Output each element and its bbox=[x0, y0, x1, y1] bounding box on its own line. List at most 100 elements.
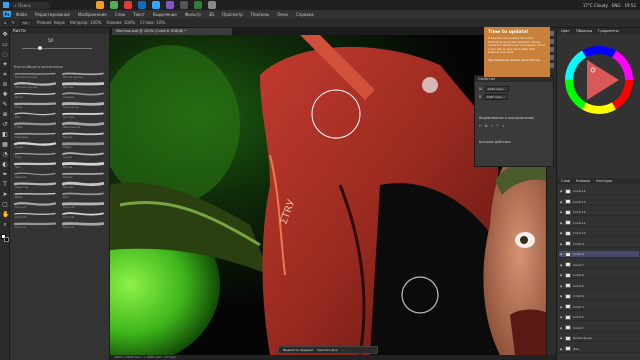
move-tool-icon[interactable]: ✥ bbox=[2, 32, 8, 38]
layer-name[interactable]: Слой 2 bbox=[573, 315, 584, 319]
layer-thumbnail[interactable] bbox=[565, 199, 571, 204]
blend-mode-select[interactable]: Режим: Норм bbox=[37, 20, 65, 25]
youtube-icon[interactable] bbox=[124, 1, 132, 9]
type-tool-icon[interactable]: T bbox=[2, 182, 8, 188]
visibility-eye-icon[interactable]: ◉ bbox=[559, 315, 563, 319]
layer-row[interactable]: ◉ Копия фона bbox=[559, 335, 639, 342]
brush-preset[interactable]: Кисть 29 bbox=[14, 210, 58, 219]
brush-preset[interactable]: Тушь bbox=[14, 150, 58, 159]
tab-paths[interactable]: Контуры bbox=[596, 178, 612, 184]
layer-thumbnail[interactable] bbox=[565, 230, 571, 236]
brush-preset[interactable]: Жесткая круглая bbox=[14, 80, 58, 89]
visibility-eye-icon[interactable]: ◉ bbox=[559, 326, 563, 330]
layer-name[interactable]: Слой 3 bbox=[573, 305, 584, 309]
home-icon[interactable]: ⌂ bbox=[4, 20, 7, 25]
menu-edit[interactable]: Редактирование bbox=[35, 12, 70, 17]
brush-preset[interactable]: Мазок bbox=[14, 190, 58, 199]
visibility-eye-icon[interactable]: ◉ bbox=[559, 221, 563, 225]
align-right-icon[interactable]: ⊣ bbox=[490, 124, 493, 128]
menu-filter[interactable]: Фильтр bbox=[185, 12, 201, 17]
healing-tool-icon[interactable]: ✚ bbox=[2, 92, 8, 98]
brush-preset[interactable]: Пастель bbox=[62, 80, 106, 89]
layer-name[interactable]: Копия фона bbox=[573, 336, 592, 340]
brush-size-slider-knob[interactable] bbox=[38, 46, 42, 50]
layer-row[interactable]: ◉ Слой 6 bbox=[559, 272, 639, 279]
tab-layers[interactable]: Слои bbox=[561, 178, 570, 184]
layer-thumbnail[interactable] bbox=[565, 304, 571, 309]
history-brush-tool-icon[interactable]: ↺ bbox=[2, 122, 8, 128]
menu-view[interactable]: Просмотр bbox=[222, 12, 243, 17]
visibility-eye-icon[interactable]: ◉ bbox=[559, 200, 563, 204]
brush-preset[interactable]: Мел bbox=[14, 110, 58, 119]
layer-name[interactable]: Фон bbox=[573, 347, 579, 351]
blur-tool-icon[interactable]: ◔ bbox=[2, 152, 8, 158]
layer-name[interactable]: Слой 5 bbox=[573, 284, 584, 288]
layer-row[interactable]: ◉ Слой 14 bbox=[559, 188, 639, 195]
layer-thumbnail[interactable] bbox=[565, 241, 571, 246]
layer-row[interactable]: ◉ Слой 8 bbox=[559, 251, 639, 258]
layer-name[interactable]: Слой 6 bbox=[573, 273, 584, 277]
brush-preset[interactable]: Ворс bbox=[62, 190, 106, 199]
weather-text[interactable]: 17°C Cloudy bbox=[583, 3, 608, 8]
layer-row[interactable]: ◉ Слой 13 bbox=[559, 199, 639, 206]
layer-row[interactable]: ◉ Слой 3 bbox=[559, 304, 639, 311]
visibility-eye-icon[interactable]: ◉ bbox=[559, 347, 563, 351]
menu-file[interactable]: Файл bbox=[16, 12, 27, 17]
crop-tool-icon[interactable]: ⌗ bbox=[2, 72, 8, 78]
layer-row[interactable]: ◉ Слой 7 bbox=[559, 262, 639, 269]
brush-preset[interactable]: Кисть 30 bbox=[62, 210, 106, 219]
brush-tool-icon[interactable]: ✎ bbox=[12, 20, 15, 25]
visibility-eye-icon[interactable]: ◉ bbox=[559, 305, 563, 309]
visibility-eye-icon[interactable]: ◉ bbox=[559, 263, 563, 267]
quick-actions-label[interactable]: Быстрые действия bbox=[479, 140, 511, 144]
menu-image[interactable]: Изображение bbox=[78, 12, 107, 17]
path-select-tool-icon[interactable]: ➤ bbox=[2, 192, 8, 198]
layer-name[interactable]: Слой 13 bbox=[573, 200, 586, 204]
settings-icon[interactable] bbox=[180, 1, 188, 9]
visibility-eye-icon[interactable]: ◉ bbox=[559, 284, 563, 288]
stamp-tool-icon[interactable]: ⊕ bbox=[2, 112, 8, 118]
layer-row[interactable]: ◉ Слой 2 bbox=[559, 314, 639, 321]
align-bottom-icon[interactable]: ⊥ bbox=[502, 124, 505, 128]
brush-preset[interactable]: Мягкая круглая bbox=[62, 70, 106, 79]
marquee-tool-icon[interactable]: ▭ bbox=[2, 42, 8, 48]
layer-thumbnail[interactable] bbox=[565, 188, 571, 194]
height-field[interactable]: 1080 пикс. bbox=[484, 94, 509, 100]
align-left-icon[interactable]: ⊢ bbox=[479, 124, 482, 128]
tab-gradients[interactable]: Градиенты bbox=[598, 28, 618, 34]
brush-tool-icon[interactable]: ✎ bbox=[2, 102, 8, 108]
layer-name[interactable]: Слой 1 bbox=[573, 326, 584, 330]
menu-3d[interactable]: 3D bbox=[209, 12, 215, 17]
layer-row[interactable]: ◉ Слой 10 bbox=[559, 230, 639, 237]
brush-preset[interactable]: Зернистая bbox=[14, 180, 58, 189]
tab-swatches[interactable]: Образцы bbox=[576, 28, 592, 34]
layer-thumbnail[interactable] bbox=[565, 346, 571, 351]
tab-color[interactable]: Цвет bbox=[561, 28, 570, 34]
background-color-swatch[interactable] bbox=[4, 237, 9, 242]
taskbar-search[interactable]: ⌕ Поиск bbox=[12, 1, 50, 9]
discord-icon[interactable] bbox=[166, 1, 174, 9]
brush-preset[interactable]: Широкая bbox=[14, 170, 58, 179]
layer-thumbnail[interactable] bbox=[565, 209, 571, 215]
layer-name[interactable]: Слой 9 bbox=[573, 242, 584, 246]
layer-row[interactable]: ◉ Слой 1 bbox=[559, 325, 639, 332]
align-center-icon[interactable]: ⊟ bbox=[485, 124, 488, 128]
hand-tool-icon[interactable]: ✋ bbox=[2, 212, 9, 218]
document-tab[interactable]: Монтаж.psd @ 100% (Слой 8, RGB/8) * bbox=[112, 28, 232, 35]
layer-name[interactable]: Слой 14 bbox=[573, 189, 586, 193]
visibility-eye-icon[interactable]: ◉ bbox=[559, 189, 563, 193]
layer-thumbnail[interactable] bbox=[565, 314, 571, 320]
eraser-tool-icon[interactable]: ◧ bbox=[2, 132, 8, 138]
layer-row[interactable]: ◉ Слой 9 bbox=[559, 241, 639, 248]
menu-help[interactable]: Справка bbox=[296, 12, 314, 17]
menu-type[interactable]: Текст bbox=[133, 12, 145, 17]
layer-row[interactable]: ◉ Слой 4 bbox=[559, 293, 639, 300]
language-indicator[interactable]: ENG bbox=[612, 3, 621, 8]
brush-preset[interactable]: Акварель bbox=[62, 90, 106, 99]
visibility-eye-icon[interactable]: ◉ bbox=[559, 273, 563, 277]
layer-row[interactable]: ◉ Слой 11 bbox=[559, 220, 639, 227]
visibility-eye-icon[interactable]: ◉ bbox=[559, 231, 563, 235]
brush-preset[interactable]: Рваная bbox=[62, 170, 106, 179]
layer-name[interactable]: Слой 8 bbox=[573, 252, 584, 256]
layer-name[interactable]: Слой 12 bbox=[573, 210, 586, 214]
